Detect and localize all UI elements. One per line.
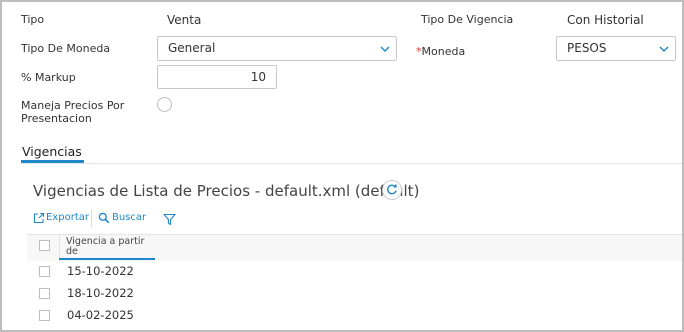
header-divider [59,235,60,260]
table-row[interactable]: 04-02-2025 [27,305,682,327]
tipo-moneda-label: Tipo De Moneda [21,42,111,55]
row-date: 04-02-2025 [67,308,134,322]
toolbar-divider [91,210,92,227]
row-checkbox[interactable] [39,310,50,321]
row-checkbox[interactable] [39,288,50,299]
markup-label: % Markup [21,71,76,84]
tabs-divider [21,163,682,164]
row-date: 15-10-2022 [67,264,134,278]
tipo-moneda-selected: General [168,41,216,55]
tipo-moneda-select[interactable]: General [157,36,397,61]
table-row[interactable]: 15-10-2022 [27,261,682,283]
tipo-vigencia-value: Con Historial [567,13,644,27]
search-label: Buscar [112,212,147,223]
moneda-label-group: *Moneda [416,40,465,59]
tipo-vigencia-label: Tipo De Vigencia [421,13,514,26]
moneda-label: Moneda [421,45,466,58]
table-row[interactable]: 18-10-2022 [27,283,682,305]
export-label: Exportar [46,212,89,223]
moneda-select[interactable]: PESOS [556,36,676,61]
chevron-down-icon [380,46,390,52]
chevron-down-icon [659,46,669,52]
filter-button[interactable] [163,211,176,226]
section-title: Vigencias de Lista de Precios - default.… [33,182,420,200]
maneja-precios-label-line1: Maneja Precios Por [21,99,125,112]
export-icon [33,212,45,224]
refresh-button[interactable] [382,180,402,200]
tipo-label: Tipo [21,13,45,26]
refresh-icon [387,184,397,195]
filter-icon [163,213,176,226]
column-header-vigencia[interactable]: Vigencia a partir de [66,237,144,257]
maneja-precios-radio[interactable] [157,97,172,112]
column-header-line2: de [66,246,78,257]
sort-indicator [59,258,155,260]
tipo-value: Venta [167,13,202,27]
maneja-precios-label-line2: Presentacion [21,112,92,125]
form-panel: Tipo Venta Tipo De Vigencia Con Historia… [0,0,684,332]
markup-value: 10 [250,70,266,84]
row-checkbox[interactable] [39,266,50,277]
row-date: 18-10-2022 [67,286,134,300]
maneja-precios-label: Maneja Precios Por Presentacion [21,99,124,125]
tab-vigencias[interactable]: Vigencias [22,144,82,159]
moneda-selected: PESOS [567,41,607,55]
markup-input[interactable]: 10 [157,65,277,89]
select-all-checkbox[interactable] [39,240,50,251]
search-icon [98,212,110,224]
